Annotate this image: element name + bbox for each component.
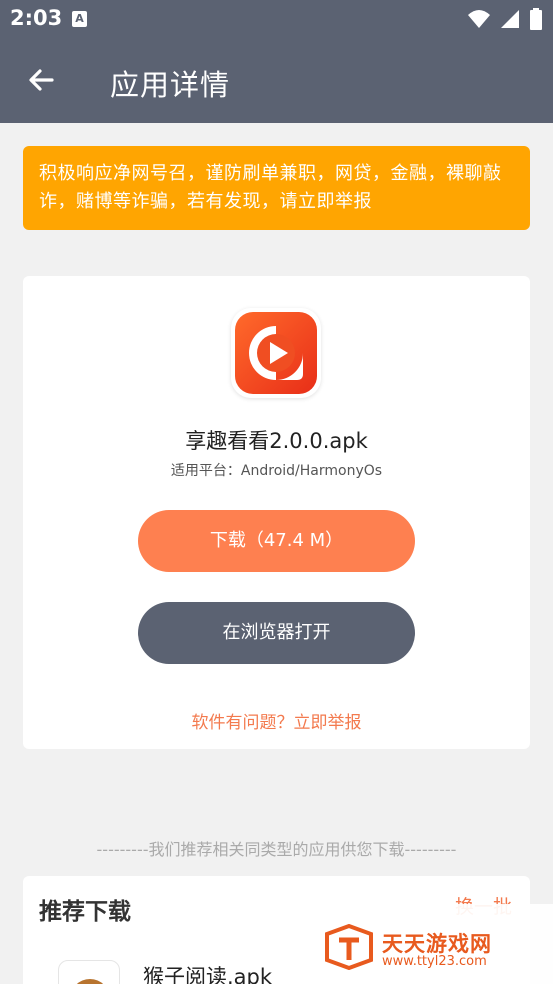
back-button[interactable]	[22, 60, 62, 100]
app-name: 享趣看看2.0.0.apk	[185, 429, 368, 453]
status-bar: 2:03 A	[0, 0, 553, 38]
fraud-warning-banner: 积极响应净网号召，谨防刷单兼职，网贷，金融，裸聊敲诈，赌博等诈骗，若有发现，请立…	[23, 146, 530, 230]
open-in-browser-button[interactable]: 在浏览器打开	[138, 602, 415, 664]
app-header: 2:03 A 应用详情	[0, 0, 553, 123]
recommend-item-name[interactable]: 猴子阅读.apk	[143, 961, 272, 984]
notification-icon: A	[72, 11, 87, 27]
wifi-icon	[467, 10, 490, 28]
play-icon	[249, 326, 303, 380]
system-icons	[463, 8, 543, 30]
download-button[interactable]: 下载（47.4 M）	[138, 510, 415, 572]
app-icon	[231, 308, 321, 398]
monkey-icon[interactable]	[58, 960, 120, 984]
signal-icon	[500, 10, 519, 28]
watermark-url: www.ttyl23.com	[382, 954, 487, 969]
watermark: 天天游戏网 www.ttyl23.com	[315, 904, 553, 984]
recommend-title: 推荐下载	[39, 899, 131, 925]
arrow-left-icon	[29, 69, 54, 91]
page-title: 应用详情	[110, 68, 231, 102]
platform-info: 适用平台：Android/HarmonyOs	[170, 463, 383, 479]
status-time: 2:03	[10, 6, 63, 30]
site-logo-icon	[325, 924, 373, 970]
app-detail-card: 享趣看看2.0.0.apk 适用平台：Android/HarmonyOs 下载（…	[23, 276, 530, 749]
recommend-divider: ---------我们推荐相关同类型的应用供您下载---------	[96, 840, 457, 859]
battery-icon	[530, 8, 542, 30]
report-link[interactable]: 软件有问题？立即举报	[23, 708, 530, 733]
